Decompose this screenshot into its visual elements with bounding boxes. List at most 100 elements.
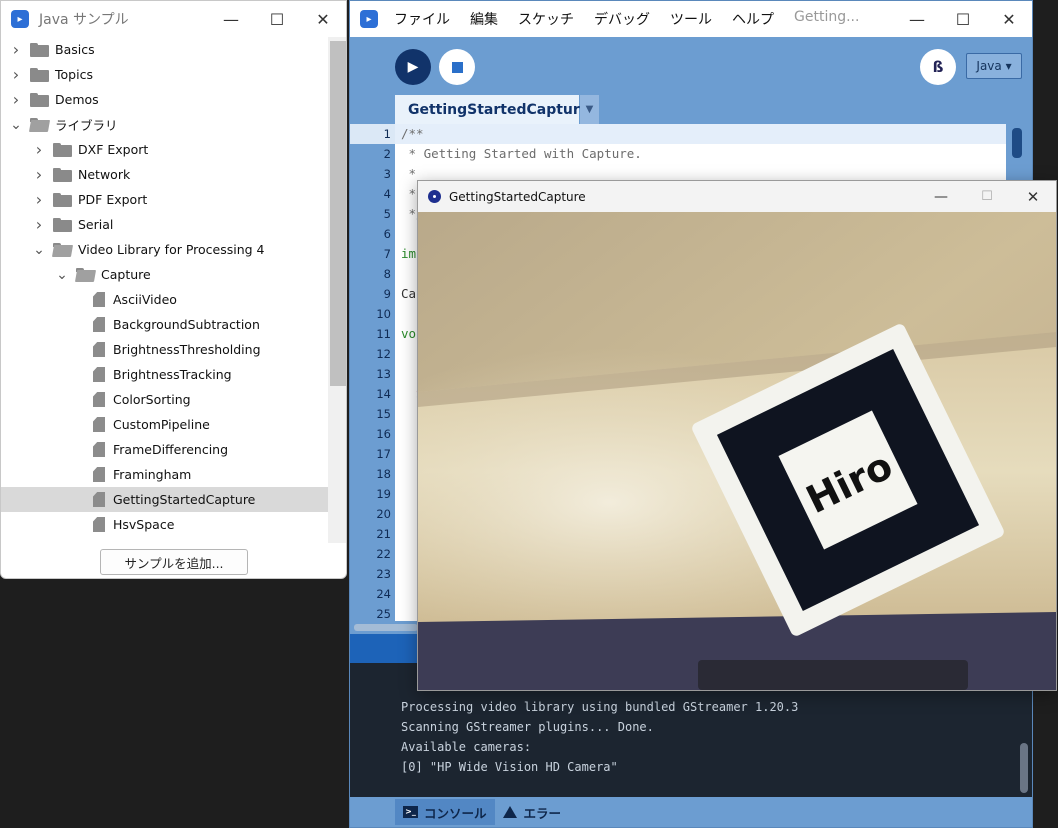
- tree-scrollbar[interactable]: [328, 37, 346, 543]
- tree-item[interactable]: GettingStartedCapture: [1, 487, 328, 512]
- stop-icon: [451, 61, 463, 73]
- chevron-right-icon[interactable]: ›: [8, 65, 24, 84]
- folder-icon: [30, 67, 49, 82]
- tab-menu-button[interactable]: ▼: [580, 95, 599, 124]
- tree-item[interactable]: › Topics: [1, 62, 328, 87]
- tree-item[interactable]: BackgroundSubtraction: [1, 312, 328, 337]
- play-icon: ▶: [407, 59, 419, 75]
- line-number: 19: [376, 487, 391, 501]
- close-button[interactable]: ✕: [986, 1, 1032, 37]
- tab-sketch[interactable]: GettingStartedCapture: [395, 95, 589, 124]
- file-icon: [93, 292, 105, 307]
- line-number: 11: [376, 327, 391, 341]
- line-number: 2: [383, 147, 391, 161]
- camera-image: Hiro: [418, 212, 1056, 690]
- line-number: 20: [376, 507, 391, 521]
- tree-item[interactable]: › Network: [1, 162, 328, 187]
- line-number: 16: [376, 427, 391, 441]
- line-number: 12: [376, 347, 391, 361]
- menu-help[interactable]: ヘルプ: [732, 9, 774, 29]
- chevron-down-icon[interactable]: ⌄: [31, 242, 47, 258]
- menu-edit[interactable]: 編集: [470, 9, 498, 29]
- menu-debug[interactable]: デバッグ: [594, 9, 650, 29]
- tree-item[interactable]: BrightnessTracking: [1, 362, 328, 387]
- chevron-right-icon[interactable]: ›: [31, 215, 47, 234]
- mode-selector[interactable]: Java ▾: [966, 53, 1022, 79]
- examples-tree: › Basics › Topics › Demos ⌄ ライブラリ › DXF Export › Ne…: [1, 37, 328, 543]
- chevron-down-icon[interactable]: ⌄: [8, 117, 24, 133]
- camera-feed: Hiro: [418, 212, 1056, 690]
- editor-scrollbar-thumb[interactable]: [1012, 128, 1022, 158]
- tree-item[interactable]: ⌄ Video Library for Processing 4: [1, 237, 328, 262]
- tree-item-label: AsciiVideo: [113, 292, 177, 307]
- tree-item[interactable]: Framingham: [1, 462, 328, 487]
- tree-item[interactable]: HsvSpace: [1, 512, 328, 537]
- chevron-right-icon[interactable]: ›: [31, 190, 47, 209]
- tree-item-label: FrameDifferencing: [113, 442, 229, 457]
- minimize-button[interactable]: —: [894, 1, 940, 37]
- file-icon: [93, 342, 105, 357]
- tree-item-label: BackgroundSubtraction: [113, 317, 260, 332]
- chevron-down-icon[interactable]: ⌄: [54, 267, 70, 283]
- maximize-button[interactable]: ☐: [964, 181, 1010, 212]
- tree-item[interactable]: ⌄ ライブラリ: [1, 112, 328, 137]
- processing-app-icon: ▸: [11, 10, 29, 28]
- close-button[interactable]: ✕: [300, 1, 346, 37]
- tree-item-label: BrightnessThresholding: [113, 342, 261, 357]
- line-number: 18: [376, 467, 391, 481]
- line-number: 13: [376, 367, 391, 381]
- add-examples-button[interactable]: サンプルを追加...: [100, 549, 248, 575]
- chevron-right-icon[interactable]: ›: [31, 165, 47, 184]
- menu-tools[interactable]: ツール: [670, 9, 712, 29]
- debugger-button[interactable]: ß: [920, 49, 956, 85]
- tree-item-label: Framingham: [113, 467, 192, 482]
- tree-item[interactable]: CustomPipeline: [1, 412, 328, 437]
- tree-item-label: HsvSpace: [113, 517, 175, 532]
- stop-button[interactable]: [439, 49, 475, 85]
- tree-item[interactable]: AsciiVideo: [1, 287, 328, 312]
- tree-item[interactable]: BrightnessThresholding: [1, 337, 328, 362]
- tree-item[interactable]: › Basics: [1, 37, 328, 62]
- tree-item[interactable]: › Serial: [1, 212, 328, 237]
- chevron-right-icon[interactable]: ›: [31, 140, 47, 159]
- code-line[interactable]: * Getting Started with Capture.: [395, 144, 1006, 164]
- chevron-right-icon[interactable]: ›: [8, 90, 24, 109]
- console-line: [0] "HP Wide Vision HD Camera": [401, 760, 618, 774]
- warning-icon: [502, 806, 517, 818]
- close-button[interactable]: ✕: [1010, 181, 1056, 212]
- menu-sketch[interactable]: スケッチ: [518, 9, 574, 29]
- tab-console[interactable]: >_ コンソール: [395, 799, 495, 825]
- tree-item[interactable]: › DXF Export: [1, 137, 328, 162]
- tree-scrollbar-thumb[interactable]: [330, 41, 346, 386]
- minimize-button[interactable]: —: [918, 181, 964, 212]
- processing-sketch-icon: [428, 190, 441, 203]
- tree-item[interactable]: FrameDifferencing: [1, 437, 328, 462]
- tab-errors[interactable]: エラー: [502, 803, 561, 822]
- line-number: 22: [376, 547, 391, 561]
- console-scrollbar[interactable]: [1020, 743, 1028, 793]
- tree-item-label: Network: [78, 167, 131, 182]
- tree-item[interactable]: ⌄ Capture: [1, 262, 328, 287]
- tree-item-label: Basics: [55, 42, 95, 57]
- folder-open-icon: [53, 242, 72, 257]
- tree-item[interactable]: › Demos: [1, 87, 328, 112]
- maximize-button[interactable]: ☐: [254, 1, 300, 37]
- tree-item[interactable]: › PDF Export: [1, 187, 328, 212]
- folder-icon: [53, 167, 72, 182]
- code-line[interactable]: /**: [395, 124, 1006, 144]
- tree-item-label: BrightnessTracking: [113, 367, 232, 382]
- file-icon: [93, 492, 105, 507]
- menu-file[interactable]: ファイル: [394, 9, 450, 29]
- maximize-button[interactable]: ☐: [940, 1, 986, 37]
- line-number: 24: [376, 587, 391, 601]
- tree-item-label: GettingStartedCapture: [113, 492, 256, 507]
- editor-hscrollbar-thumb[interactable]: [354, 624, 418, 631]
- run-button[interactable]: ▶: [395, 49, 431, 85]
- tree-item-label: Topics: [55, 67, 93, 82]
- line-number: 21: [376, 527, 391, 541]
- minimize-button[interactable]: —: [208, 1, 254, 37]
- tree-item-label: ColorSorting: [113, 392, 191, 407]
- tree-item[interactable]: ColorSorting: [1, 387, 328, 412]
- examples-titlebar: ▸ Java サンプル — ☐ ✕: [1, 1, 346, 37]
- chevron-right-icon[interactable]: ›: [8, 40, 24, 59]
